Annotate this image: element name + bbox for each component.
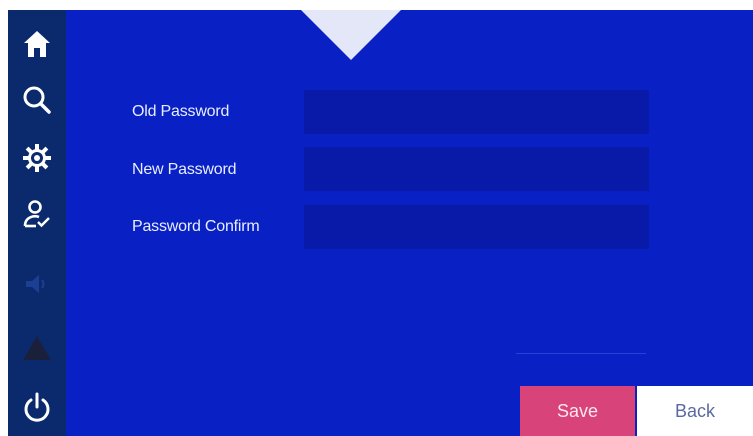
old-password-label: Old Password <box>132 103 230 120</box>
password-confirm-label: Password Confirm <box>132 218 260 235</box>
sidebar-item-user[interactable] <box>8 186 66 242</box>
user-check-icon <box>23 200 50 228</box>
search-icon <box>23 86 51 114</box>
sidebar <box>8 10 66 436</box>
device-screen: Old Password New Password Password Confi… <box>0 0 753 436</box>
warning-icon <box>23 336 51 360</box>
password-confirm-field[interactable] <box>304 205 649 249</box>
power-icon <box>24 392 50 422</box>
back-button[interactable]: Back <box>637 386 753 436</box>
new-password-label: New Password <box>132 161 237 178</box>
new-password-field[interactable] <box>304 147 649 191</box>
top-notch-indicator <box>301 10 401 60</box>
main-panel: Old Password New Password Password Confi… <box>66 10 753 436</box>
sidebar-item-alarm[interactable] <box>8 320 66 376</box>
divider <box>516 353 646 354</box>
sidebar-item-home[interactable] <box>8 16 66 72</box>
sidebar-item-search[interactable] <box>8 72 66 128</box>
home-icon <box>24 31 50 57</box>
gear-icon <box>23 144 51 172</box>
sidebar-item-settings[interactable] <box>8 130 66 186</box>
old-password-field[interactable] <box>304 90 649 134</box>
speaker-icon <box>26 275 45 293</box>
sidebar-item-audio[interactable] <box>8 256 66 312</box>
save-button[interactable]: Save <box>520 386 635 436</box>
sidebar-item-power[interactable] <box>8 380 66 436</box>
